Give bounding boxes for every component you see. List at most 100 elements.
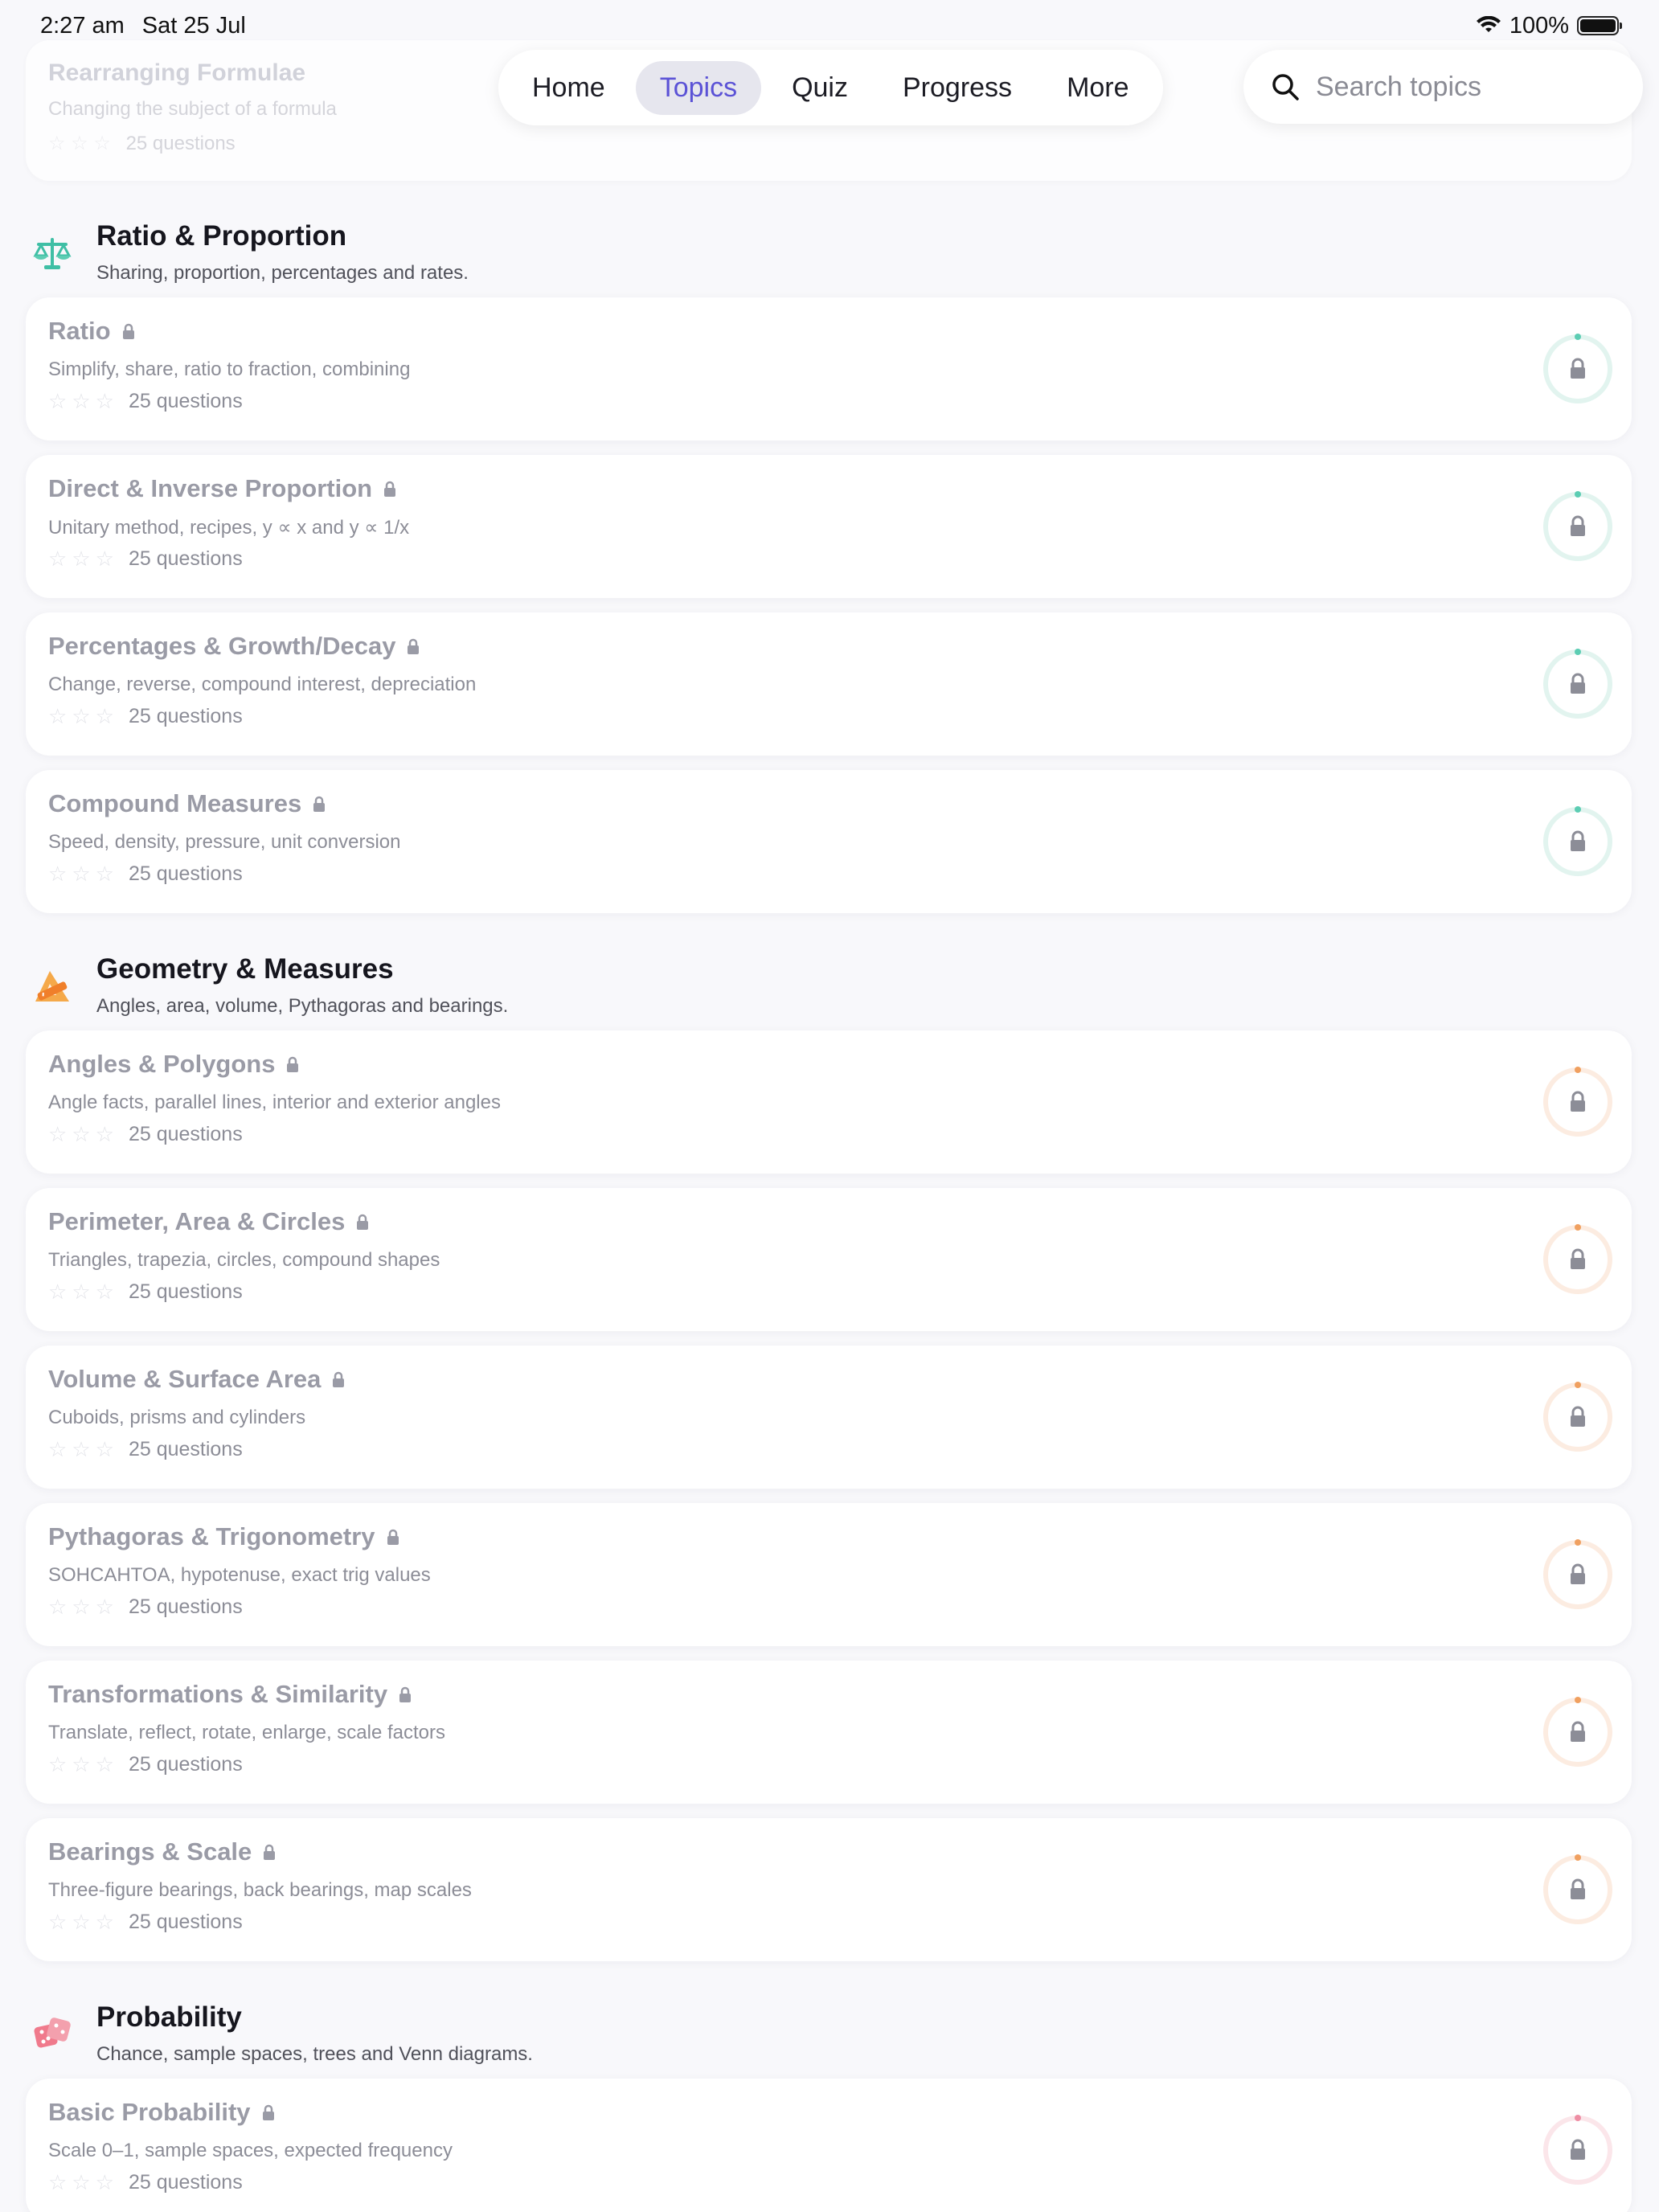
tab-topics[interactable]: Topics <box>635 60 762 115</box>
star-icon: ☆ <box>95 1595 114 1619</box>
star-icon: ☆ <box>72 1122 91 1146</box>
topic-title: Transformations & Similarity <box>48 1680 412 1709</box>
battery-percent: 100% <box>1509 12 1569 39</box>
question-count: 25 questions <box>128 1753 243 1776</box>
search-icon <box>1272 74 1299 100</box>
question-count: 25 questions <box>125 133 236 154</box>
progress-ring-locked <box>1543 1067 1612 1137</box>
star-icon: ☆ <box>48 1595 68 1619</box>
topic-meta: ☆ ☆ ☆ 25 questions <box>48 704 243 729</box>
star-icon: ☆ <box>48 389 68 413</box>
star-icon: ☆ <box>72 1910 91 1934</box>
topic-card-perimeter-area[interactable]: Perimeter, Area & Circles Triangles, tra… <box>26 1188 1632 1331</box>
star-icon: ☆ <box>48 547 68 571</box>
topic-desc: Translate, reflect, rotate, enlarge, sca… <box>48 1722 446 1743</box>
progress-ring-locked <box>1543 806 1612 876</box>
star-icon: ☆ <box>95 547 114 571</box>
star-icon: ☆ <box>72 1437 91 1461</box>
progress-ring-locked <box>1543 1697 1612 1767</box>
star-icon: ☆ <box>48 1752 68 1776</box>
triangle-ruler-icon <box>35 971 69 1002</box>
topic-meta: ☆ ☆ ☆ 25 questions <box>48 133 236 154</box>
topic-card-bearings-scale[interactable]: Bearings & Scale Three-figure bearings, … <box>26 1818 1632 1961</box>
topic-title: Percentages & Growth/Decay <box>48 632 420 661</box>
lock-icon <box>408 638 420 654</box>
tab-more[interactable]: More <box>1043 61 1153 115</box>
question-count: 25 questions <box>128 390 243 412</box>
star-icon: ☆ <box>72 1595 91 1619</box>
topic-meta: ☆ ☆ ☆ 25 questions <box>48 547 243 571</box>
topic-card-angles-polygons[interactable]: Angles & Polygons Angle facts, parallel … <box>26 1030 1632 1174</box>
topic-desc: Cuboids, prisms and cylinders <box>48 1407 306 1428</box>
progress-ring-locked <box>1543 1382 1612 1452</box>
star-icon: ☆ <box>72 2170 91 2194</box>
progress-ring-locked <box>1543 334 1612 403</box>
tab-quiz[interactable]: Quiz <box>768 61 872 115</box>
topic-title-text: Transformations & Similarity <box>48 1680 388 1708</box>
topic-desc: Changing the subject of a formula <box>48 98 337 120</box>
topic-meta: ☆ ☆ ☆ 25 questions <box>48 1752 243 1777</box>
lock-icon <box>384 481 396 497</box>
section-subtitle: Sharing, proportion, percentages and rat… <box>96 262 469 284</box>
star-icon: ☆ <box>95 704 114 728</box>
star-icon: ☆ <box>48 704 68 728</box>
progress-ring-locked <box>1543 491 1612 561</box>
topic-title-text: Ratio <box>48 317 111 345</box>
topic-title: Direct & Inverse Proportion <box>48 474 396 503</box>
topic-title-text: Direct & Inverse Proportion <box>48 474 373 502</box>
topic-title: Pythagoras & Trigonometry <box>48 1522 399 1551</box>
tab-home[interactable]: Home <box>508 61 629 115</box>
section-subtitle: Angles, area, volume, Pythagoras and bea… <box>96 995 509 1017</box>
topic-desc: Unitary method, recipes, y ∝ x and y ∝ 1… <box>48 517 410 539</box>
lock-icon <box>264 1844 276 1860</box>
topic-meta: ☆ ☆ ☆ 25 questions <box>48 389 243 414</box>
star-icon: ☆ <box>72 389 91 413</box>
section-probability: Probability Chance, sample spaces, trees… <box>26 1997 1633 2212</box>
progress-ring-locked <box>1543 2115 1612 2185</box>
topic-card-basic-probability[interactable]: Basic Probability Scale 0–1, sample spac… <box>26 2079 1632 2212</box>
star-icon: ☆ <box>72 1280 91 1304</box>
status-bar: 2:27 am Sat 25 Jul 100% <box>0 0 1659 51</box>
topic-title: Angles & Polygons <box>48 1050 299 1079</box>
tab-progress[interactable]: Progress <box>879 61 1036 115</box>
topic-card-pythagoras-trigonometry[interactable]: Pythagoras & Trigonometry SOHCAHTOA, hyp… <box>26 1503 1632 1646</box>
topic-desc: Scale 0–1, sample spaces, expected frequ… <box>48 2140 453 2161</box>
question-count: 25 questions <box>128 862 243 885</box>
search-input[interactable] <box>1316 71 1621 103</box>
star-icon: ☆ <box>95 862 114 886</box>
star-icon: ☆ <box>48 1910 68 1934</box>
search-bar[interactable] <box>1243 50 1643 124</box>
star-icon: ☆ <box>48 2170 68 2194</box>
topic-card-transformations-similarity[interactable]: Transformations & Similarity Translate, … <box>26 1661 1632 1804</box>
topic-card-percentages[interactable]: Percentages & Growth/Decay Change, rever… <box>26 612 1632 756</box>
topic-card-compound-measures[interactable]: Compound Measures Speed, density, pressu… <box>26 770 1632 913</box>
topic-title: Perimeter, Area & Circles <box>48 1207 369 1236</box>
lock-icon <box>333 1371 345 1387</box>
star-icon: ☆ <box>95 1437 114 1461</box>
wifi-icon <box>1476 16 1501 32</box>
topic-title: Bearings & Scale <box>48 1837 276 1866</box>
topic-card-direct-inverse-proportion[interactable]: Direct & Inverse Proportion Unitary meth… <box>26 455 1632 598</box>
star-icon: ☆ <box>95 1752 114 1776</box>
topic-card-ratio[interactable]: Ratio Simplify, share, ratio to fraction… <box>26 297 1632 440</box>
star-icon: ☆ <box>48 1122 68 1146</box>
lock-icon <box>122 323 134 339</box>
topic-meta: ☆ ☆ ☆ 25 questions <box>48 862 243 887</box>
lock-icon <box>262 2104 274 2120</box>
section-ratio-proportion: Ratio & Proportion Sharing, proportion, … <box>26 215 1633 913</box>
topic-title: Ratio <box>48 317 135 346</box>
star-icon: ☆ <box>48 862 68 886</box>
star-icon: ☆ <box>72 1752 91 1776</box>
topic-meta: ☆ ☆ ☆ 25 questions <box>48 2170 243 2195</box>
lock-icon <box>387 1529 399 1545</box>
topic-title-text: Percentages & Growth/Decay <box>48 632 396 660</box>
topic-meta: ☆ ☆ ☆ 25 questions <box>48 1280 243 1305</box>
topic-title: Basic Probability <box>48 2098 275 2127</box>
topic-title-text: Basic Probability <box>48 2098 251 2126</box>
section-geometry-measures: Geometry & Measures Angles, area, volume… <box>26 948 1633 1961</box>
question-count: 25 questions <box>128 1438 243 1460</box>
topic-title-text: Perimeter, Area & Circles <box>48 1207 346 1235</box>
topic-card-volume-surface-area[interactable]: Volume & Surface Area Cuboids, prisms an… <box>26 1346 1632 1489</box>
star-icon: ☆ <box>72 862 91 886</box>
topic-title-text: Volume & Surface Area <box>48 1365 322 1393</box>
